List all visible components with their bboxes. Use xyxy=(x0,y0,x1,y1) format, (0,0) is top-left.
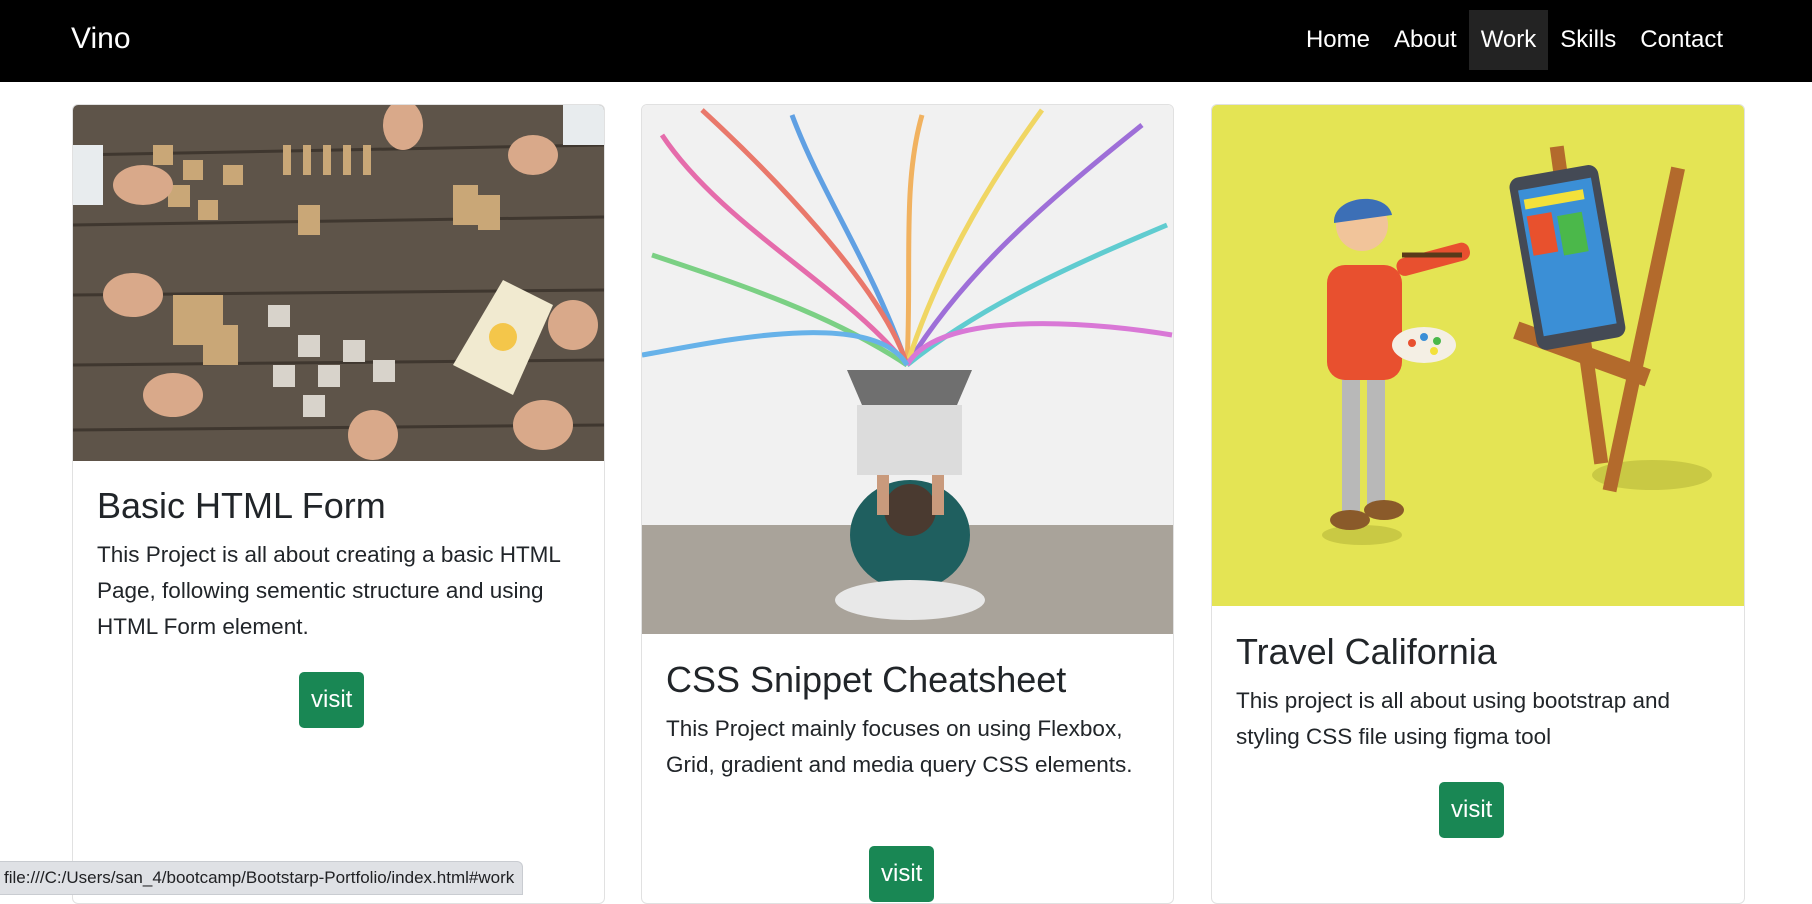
artist-painting-image xyxy=(1212,105,1744,606)
laptop-creativity-image xyxy=(642,105,1173,634)
card-description: This project is all about using bootstra… xyxy=(1236,688,1671,749)
nav-link-work[interactable]: Work xyxy=(1468,10,1549,70)
card-description: This Project mainly focuses on using Fle… xyxy=(666,716,1133,777)
nav-link-home[interactable]: Home xyxy=(1294,10,1382,70)
brand-logo[interactable]: Vino xyxy=(71,21,131,57)
nav-link-contact[interactable]: Contact xyxy=(1628,10,1735,70)
project-card-basic-html-form: Basic HTML Form This Project is all abou… xyxy=(72,104,605,904)
puzzle-teamwork-image xyxy=(73,105,604,461)
top-navbar: Vino Home About Work Skills Contact xyxy=(0,0,1812,82)
nav-link-skills[interactable]: Skills xyxy=(1548,10,1628,70)
card-title: Basic HTML Form xyxy=(97,485,386,526)
card-title: Travel California xyxy=(1236,631,1497,672)
card-title: CSS Snippet Cheatsheet xyxy=(666,659,1067,700)
visit-button[interactable]: visit xyxy=(869,846,935,902)
nav-link-about[interactable]: About xyxy=(1382,10,1469,70)
nav-links: Home About Work Skills Contact xyxy=(1294,10,1735,70)
browser-status-bar-url: file:///C:/Users/san_4/bootcamp/Bootstar… xyxy=(0,861,524,895)
project-card-travel-california: Travel California This project is all ab… xyxy=(1211,104,1745,904)
visit-button[interactable]: visit xyxy=(1439,782,1505,838)
card-description: This Project is all about creating a bas… xyxy=(97,542,561,639)
visit-button[interactable]: visit xyxy=(299,672,365,728)
project-card-css-snippet-cheatsheet: CSS Snippet Cheatsheet This Project main… xyxy=(641,104,1174,904)
